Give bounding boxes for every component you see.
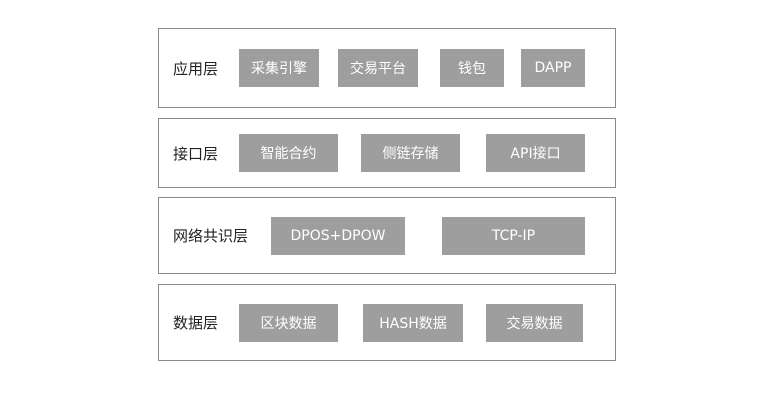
module-box: TCP-IP — [442, 216, 585, 255]
layer-interface: 接口层 智能合约 侧链存储 API接口 — [158, 118, 616, 188]
layer-label: 应用层 — [173, 59, 219, 78]
layer-label: 网络共识层 — [173, 227, 249, 245]
module-box: 侧链存储 — [361, 134, 460, 172]
module-box: 智能合约 — [239, 134, 338, 172]
layer-network-consensus: 网络共识层 DPOS+DPOW TCP-IP — [158, 197, 616, 274]
layer-data: 数据层 区块数据 HASH数据 交易数据 — [158, 284, 616, 361]
module-box: DPOS+DPOW — [271, 216, 405, 255]
module-box: 区块数据 — [239, 303, 338, 342]
module-box: 采集引擎 — [239, 49, 319, 87]
layer-application: 应用层 采集引擎 交易平台 钱包 DAPP — [158, 28, 616, 108]
module-box: 钱包 — [440, 49, 504, 87]
module-box: 交易数据 — [486, 303, 583, 342]
layer-label: 数据层 — [173, 314, 219, 332]
module-box: API接口 — [486, 134, 585, 172]
layer-label: 接口层 — [173, 144, 219, 163]
module-box: 交易平台 — [338, 49, 418, 87]
module-box: HASH数据 — [363, 303, 463, 342]
module-box: DAPP — [521, 49, 585, 87]
